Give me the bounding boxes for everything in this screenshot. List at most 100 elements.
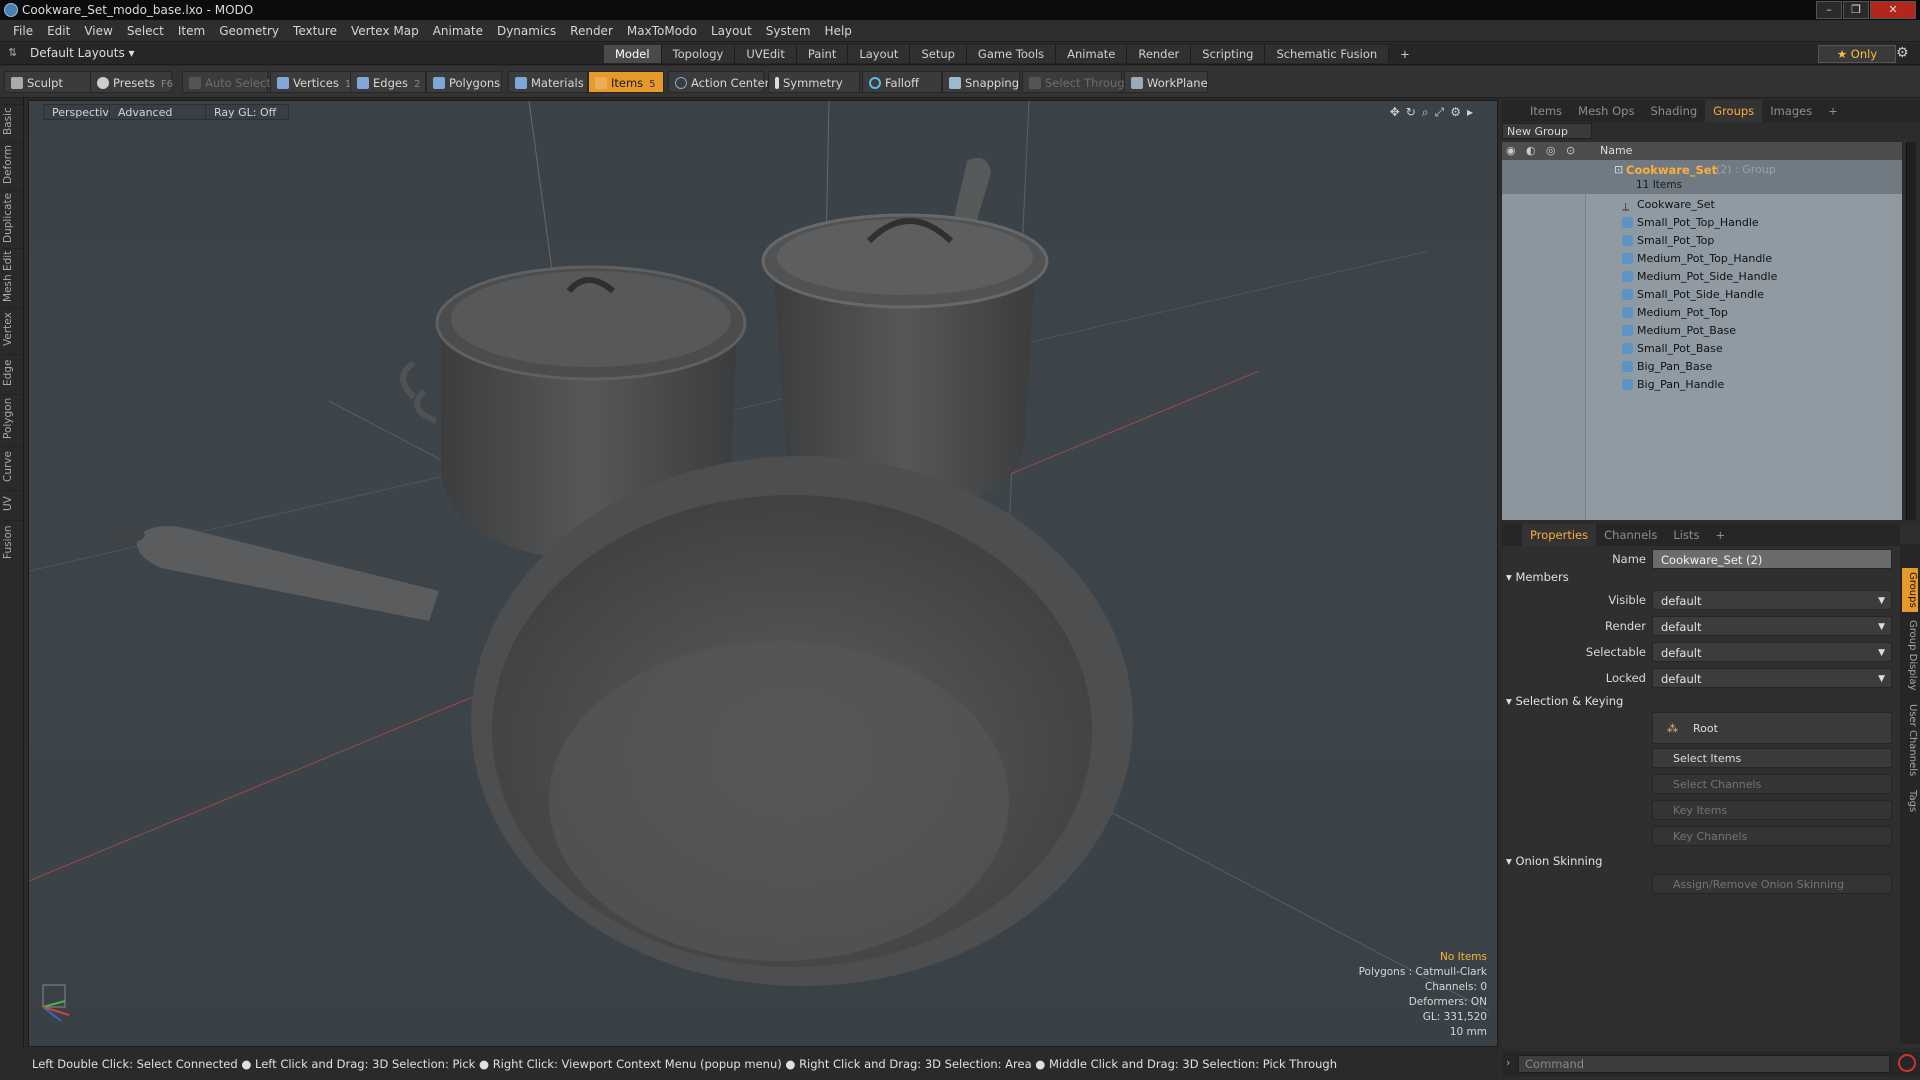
menu-view[interactable]: View [77, 24, 119, 38]
side-tab-groups[interactable]: Groups [1902, 568, 1918, 612]
menu-render[interactable]: Render [563, 24, 620, 38]
left-tab-mesh-edit[interactable]: Mesh Edit [2, 248, 22, 304]
list-item[interactable]: Small_Pot_Top [1622, 232, 1714, 250]
tab-uvedit[interactable]: UVEdit [735, 45, 797, 63]
select-through-button[interactable]: Select Through [1022, 71, 1132, 93]
tab-animate[interactable]: Animate [1056, 45, 1128, 63]
selection-keying-section[interactable]: ▾ Selection & Keying [1506, 692, 1623, 710]
edges-button[interactable]: Edges 2 [350, 71, 426, 93]
menu-maxtomodo[interactable]: MaxToModo [620, 24, 704, 38]
3d-viewport[interactable]: Perspective Advanced Ray GL: Off ✥↻⌕⤢⚙▸ … [28, 100, 1498, 1047]
items-button[interactable]: Items 5 [588, 71, 664, 93]
tab-shading[interactable]: Shading [1642, 100, 1705, 122]
groups-scrollbar[interactable] [1906, 142, 1916, 520]
tab-setup[interactable]: Setup [910, 45, 967, 63]
viewport-settings-icon[interactable]: ⚙ [1450, 105, 1467, 119]
list-item[interactable]: Medium_Pot_Base [1622, 322, 1736, 340]
list-item[interactable]: ⟂ Cookware_Set [1622, 196, 1715, 214]
tab-paint[interactable]: Paint [796, 45, 849, 63]
menu-dynamics[interactable]: Dynamics [490, 24, 563, 38]
menu-help[interactable]: Help [818, 24, 859, 38]
close-button[interactable]: ✕ [1870, 1, 1916, 19]
root-button[interactable]: ⁂ Root [1652, 712, 1892, 744]
menu-animate[interactable]: Animate [426, 24, 490, 38]
polygons-button[interactable]: Polygons [426, 71, 502, 93]
left-tab-deform[interactable]: Deform [2, 142, 22, 186]
render-select[interactable]: default ▼ [1652, 616, 1892, 636]
sculpt-button[interactable]: Sculpt [4, 71, 92, 93]
materials-button[interactable]: Materials [508, 71, 588, 93]
tab-render[interactable]: Render [1127, 45, 1192, 63]
tab-model[interactable]: Model [604, 45, 662, 63]
left-tab-uv[interactable]: UV [2, 490, 22, 516]
onion-skinning-button[interactable]: Assign/Remove Onion Skinning [1652, 874, 1892, 894]
minimize-button[interactable]: – [1816, 1, 1842, 19]
add-tab-button[interactable]: + [1389, 45, 1421, 63]
action-center-button[interactable]: Action Center [668, 71, 769, 93]
menu-item[interactable]: Item [171, 24, 212, 38]
presets-button[interactable]: Presets F6 [90, 71, 173, 93]
menu-texture[interactable]: Texture [286, 24, 344, 38]
add-panel-tab-button[interactable]: + [1820, 100, 1846, 122]
gear-icon[interactable]: ⚙ [1896, 45, 1909, 61]
falloff-button[interactable]: Falloff [862, 71, 942, 93]
key-channels-button[interactable]: Key Channels [1652, 826, 1892, 846]
maximize-button[interactable]: ❐ [1843, 1, 1869, 19]
onion-skinning-section[interactable]: ▾ Onion Skinning [1506, 852, 1602, 870]
list-item[interactable]: Big_Pan_Base [1622, 358, 1712, 376]
select-items-button[interactable]: Select Items [1652, 748, 1892, 768]
move-view-icon[interactable]: ✥ [1390, 105, 1406, 119]
viewport-menu-arrow-icon[interactable]: ▸ [1467, 105, 1479, 119]
command-input[interactable]: Command [1518, 1055, 1890, 1073]
rotate-view-icon[interactable]: ↻ [1406, 105, 1422, 119]
raygl-dropdown[interactable]: Ray GL: Off [205, 104, 289, 120]
tab-channels[interactable]: Channels [1596, 524, 1665, 546]
only-button[interactable]: ★ Only [1818, 45, 1896, 63]
tab-layout[interactable]: Layout [848, 45, 911, 63]
selectable-select[interactable]: default ▼ [1652, 642, 1892, 662]
tab-game-tools[interactable]: Game Tools [966, 45, 1057, 63]
list-item[interactable]: Small_Pot_Base [1622, 340, 1723, 358]
name-field[interactable]: Cookware_Set (2) [1652, 549, 1892, 569]
tab-properties[interactable]: Properties [1522, 524, 1597, 546]
tab-images[interactable]: Images [1762, 100, 1820, 122]
list-item[interactable]: Medium_Pot_Side_Handle [1622, 268, 1777, 286]
groups-list[interactable]: ⊡ Cookware_Set (2) : Group 11 Items ⟂ Coo… [1502, 160, 1902, 520]
side-tab-tags[interactable]: Tags [1902, 786, 1918, 816]
list-item[interactable]: Medium_Pot_Top [1622, 304, 1728, 322]
group-row[interactable]: ⊡ Cookware_Set (2) : Group 11 Items [1502, 160, 1902, 194]
list-item[interactable]: Small_Pot_Top_Handle [1622, 214, 1759, 232]
side-tab-user-channels[interactable]: User Channels [1902, 700, 1918, 780]
auto-select-button[interactable]: Auto Select [182, 71, 271, 93]
menu-vertex-map[interactable]: Vertex Map [344, 24, 426, 38]
tab-mesh-ops[interactable]: Mesh Ops [1570, 100, 1642, 122]
menu-edit[interactable]: Edit [40, 24, 77, 38]
layout-arrow-icon[interactable]: ⇅ [8, 46, 17, 59]
add-properties-tab-button[interactable]: + [1707, 524, 1733, 546]
left-tab-basic[interactable]: Basic [2, 104, 22, 138]
workplane-button[interactable]: WorkPlane [1124, 71, 1208, 93]
symmetry-button[interactable]: Symmetry [768, 71, 860, 93]
select-channels-button[interactable]: Select Channels [1652, 774, 1892, 794]
record-icon[interactable] [1898, 1054, 1916, 1072]
tab-schematic-fusion[interactable]: Schematic Fusion [1265, 45, 1390, 63]
list-item[interactable]: Big_Pan_Handle [1622, 376, 1724, 394]
new-group-button[interactable]: New Group [1502, 123, 1592, 139]
maximize-view-icon[interactable]: ⤢ [1435, 105, 1451, 119]
tab-topology[interactable]: Topology [661, 45, 736, 63]
left-tab-vertex[interactable]: Vertex [2, 308, 22, 350]
members-section[interactable]: ▾ Members [1506, 568, 1569, 586]
left-tab-fusion[interactable]: Fusion [2, 520, 22, 564]
menu-file[interactable]: File [6, 24, 40, 38]
left-tab-duplicate[interactable]: Duplicate [2, 190, 22, 244]
list-item[interactable]: Small_Pot_Side_Handle [1622, 286, 1764, 304]
menu-select[interactable]: Select [120, 24, 171, 38]
key-items-button[interactable]: Key Items [1652, 800, 1892, 820]
side-tab-group-display[interactable]: Group Display [1902, 616, 1918, 694]
snapping-button[interactable]: Snapping [942, 71, 1020, 93]
list-item[interactable]: Medium_Pot_Top_Handle [1622, 250, 1772, 268]
zoom-icon[interactable]: ⌕ [1422, 105, 1435, 119]
tab-scripting[interactable]: Scripting [1191, 45, 1266, 63]
layout-select[interactable]: Default Layouts ▾ [30, 46, 135, 60]
locked-select[interactable]: default ▼ [1652, 668, 1892, 688]
